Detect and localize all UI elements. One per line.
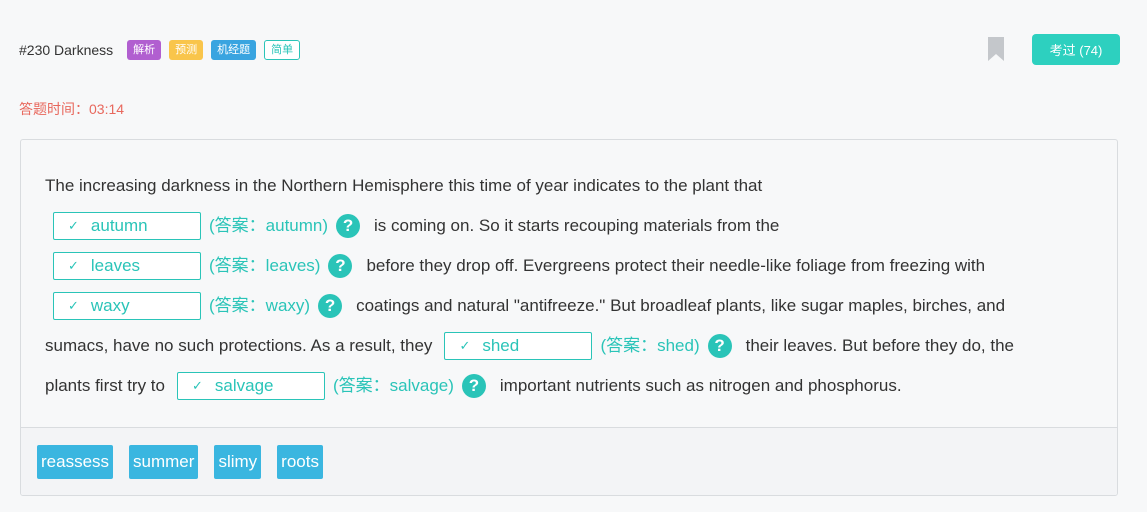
passage-text: important nutrients such as nitrogen and… bbox=[499, 376, 902, 395]
blank-value: leaves bbox=[90, 256, 141, 275]
passage-text: The increasing darkness in the Northern … bbox=[45, 176, 763, 195]
help-icon[interactable]: ? bbox=[328, 254, 353, 278]
answer-blank[interactable]: ✓ leaves bbox=[53, 252, 201, 280]
blank-value: autumn bbox=[90, 216, 148, 235]
correct-answer: (答案：autumn) bbox=[209, 216, 329, 235]
correct-answer: (答案：waxy) bbox=[209, 296, 311, 315]
question-title: #230 Darkness bbox=[19, 42, 114, 58]
help-icon[interactable]: ? bbox=[461, 374, 486, 398]
passage-text: coatings and natural "antifreeze." But b… bbox=[356, 296, 1006, 315]
passage-line: ✓ waxy (答案：waxy) ? coatings and natural … bbox=[45, 286, 1095, 326]
correct-answer: (答案：shed) bbox=[600, 336, 700, 355]
word-option[interactable]: slimy bbox=[214, 444, 262, 479]
passage-text: sumacs, have no such protections. As a r… bbox=[45, 336, 433, 355]
answer-blank[interactable]: ✓ salvage bbox=[176, 372, 325, 400]
blank-value: waxy bbox=[90, 296, 130, 315]
passage-text: plants first try to bbox=[45, 376, 165, 395]
blank-value: salvage bbox=[214, 376, 274, 395]
help-icon[interactable]: ? bbox=[318, 294, 343, 318]
tag-prediction[interactable]: 预测 bbox=[169, 40, 204, 60]
answer-blank[interactable]: ✓ autumn bbox=[53, 212, 201, 240]
tag-machine-question[interactable]: 机经题 bbox=[211, 40, 257, 60]
word-option[interactable]: roots bbox=[277, 444, 323, 479]
question-header: #230 Darkness 解析 预测 机经题 简单 bbox=[19, 38, 308, 62]
passage: The increasing darkness in the Northern … bbox=[45, 166, 1095, 406]
passage-line: plants first try to ✓ salvage (答案：salvag… bbox=[45, 366, 1095, 406]
exam-count-button[interactable]: 考过 (74) bbox=[1032, 34, 1120, 65]
help-icon[interactable]: ? bbox=[707, 334, 732, 358]
help-icon[interactable]: ? bbox=[336, 214, 361, 238]
answer-blank[interactable]: ✓ shed bbox=[444, 332, 593, 360]
check-icon: ✓ bbox=[68, 258, 79, 273]
word-option[interactable]: summer bbox=[129, 444, 199, 479]
check-icon: ✓ bbox=[68, 298, 79, 313]
bookmark-icon[interactable] bbox=[988, 37, 1004, 61]
passage-text: their leaves. But before they do, the bbox=[745, 336, 1015, 355]
passage-line: ✓ autumn (答案：autumn) ? is coming on. So … bbox=[45, 206, 1095, 246]
passage-line: The increasing darkness in the Northern … bbox=[45, 166, 1095, 206]
question-card: The increasing darkness in the Northern … bbox=[20, 139, 1118, 496]
word-option[interactable]: reassess bbox=[37, 444, 114, 479]
tag-analysis[interactable]: 解析 bbox=[127, 40, 162, 60]
check-icon: ✓ bbox=[191, 378, 203, 393]
passage-text: before they drop off. Evergreens protect… bbox=[366, 256, 986, 275]
check-icon: ✓ bbox=[459, 338, 471, 353]
word-bank: reassess summer slimy roots bbox=[21, 427, 1117, 495]
correct-answer: (答案：salvage) bbox=[332, 376, 454, 395]
correct-answer: (答案：leaves) bbox=[209, 256, 321, 275]
passage-text: is coming on. So it starts recouping mat… bbox=[374, 216, 780, 235]
passage-line: sumacs, have no such protections. As a r… bbox=[45, 326, 1095, 366]
answer-blank[interactable]: ✓ waxy bbox=[53, 292, 201, 320]
passage-line: ✓ leaves (答案：leaves) ? before they drop … bbox=[45, 246, 1095, 286]
tag-difficulty: 简单 bbox=[264, 40, 301, 60]
answer-timer: 答题时间：03:14 bbox=[19, 101, 125, 117]
blank-value: shed bbox=[482, 336, 520, 355]
check-icon: ✓ bbox=[68, 218, 79, 233]
